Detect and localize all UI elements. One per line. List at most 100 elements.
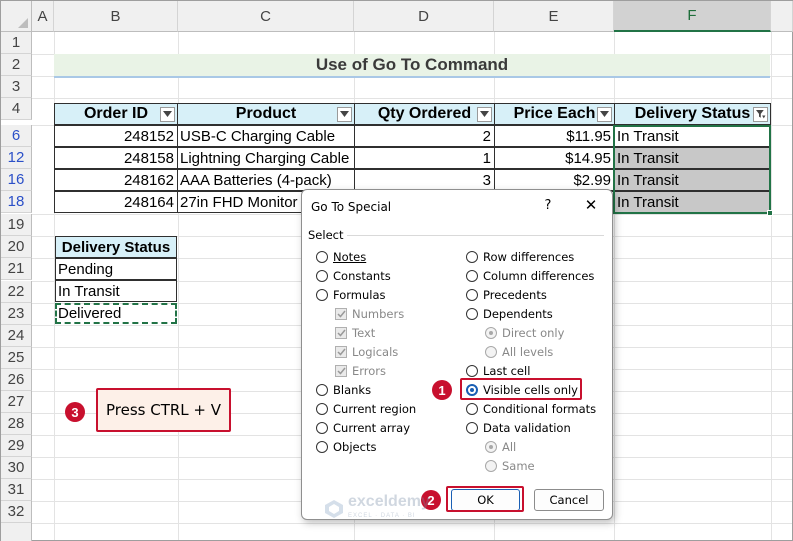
fill-handle[interactable]	[767, 210, 773, 216]
filter-dropdown-icon[interactable]	[160, 107, 175, 122]
cell-delivery-status[interactable]: In Transit	[614, 125, 771, 147]
row-header[interactable]: 6	[1, 125, 32, 147]
option-formulas[interactable]: Formulas	[316, 287, 386, 303]
row-header[interactable]: 24	[1, 325, 32, 347]
option-current-array[interactable]: Current array	[316, 420, 410, 436]
cell-order-id[interactable]: 248164	[54, 191, 178, 213]
filter-dropdown-icon[interactable]	[337, 107, 352, 122]
filter-dropdown-icon[interactable]	[597, 107, 612, 122]
row-header[interactable]: 22	[1, 281, 32, 303]
column-header-a[interactable]: A	[32, 1, 54, 32]
row-header[interactable]: 16	[1, 169, 32, 191]
option-label: Current region	[333, 402, 417, 416]
header-label: Order ID	[83, 105, 148, 122]
row-header[interactable]: 2	[1, 54, 32, 76]
option-precedents[interactable]: Precedents	[466, 287, 547, 303]
row-header[interactable]: 25	[1, 347, 32, 369]
status-list-header[interactable]: Delivery Status	[55, 236, 177, 258]
option-logicals[interactable]: Logicals	[335, 344, 398, 360]
option-data-validation[interactable]: Data validation	[466, 420, 571, 436]
option-direct-only[interactable]: Direct only	[485, 325, 564, 341]
cell-delivery-status[interactable]: In Transit	[614, 147, 771, 169]
row-header[interactable]: 12	[1, 147, 32, 169]
row-header[interactable]: 19	[1, 214, 32, 236]
header-order-id[interactable]: Order ID	[54, 103, 178, 125]
close-icon[interactable]: ✕	[583, 196, 599, 214]
help-icon[interactable]: ?	[541, 198, 555, 213]
option-conditional-formats[interactable]: Conditional formats	[466, 401, 596, 417]
filter-applied-icon[interactable]	[753, 107, 768, 122]
status-list-item[interactable]: Delivered	[55, 302, 177, 324]
option-label: Last cell	[483, 364, 531, 378]
option-notes[interactable]: Notes	[316, 249, 366, 265]
step-badge-1: 1	[432, 380, 452, 400]
radio-icon	[466, 270, 478, 282]
cell-product[interactable]: AAA Batteries (4-pack)	[177, 169, 355, 191]
header-delivery-status[interactable]: Delivery Status	[614, 103, 771, 125]
watermark-tagline: EXCEL · DATA · BI	[348, 513, 416, 519]
status-list-item[interactable]: In Transit	[55, 280, 177, 302]
status-list-item[interactable]: Pending	[55, 258, 177, 280]
header-qty-ordered[interactable]: Qty Ordered	[354, 103, 495, 125]
option-errors[interactable]: Errors	[335, 363, 386, 379]
option-text[interactable]: Text	[335, 325, 375, 341]
column-header-g[interactable]	[771, 1, 793, 32]
column-header-f[interactable]: F	[614, 1, 771, 32]
row-header[interactable]: 32	[1, 501, 32, 523]
option-objects[interactable]: Objects	[316, 439, 376, 455]
row-header[interactable]: 4	[1, 98, 32, 120]
row-header[interactable]: 27	[1, 391, 32, 413]
cell-order-id[interactable]: 248158	[54, 147, 178, 169]
cell-price[interactable]: $14.95	[494, 147, 615, 169]
row-header[interactable]: 1	[1, 32, 32, 54]
row-header[interactable]: 30	[1, 457, 32, 479]
cell-product[interactable]: Lightning Charging Cable	[177, 147, 355, 169]
cell-qty[interactable]: 2	[354, 125, 495, 147]
option-dependents[interactable]: Dependents	[466, 306, 553, 322]
option-row-differences[interactable]: Row differences	[466, 249, 574, 265]
row-header[interactable]: 23	[1, 303, 32, 325]
column-header-d[interactable]: D	[354, 1, 494, 32]
header-price-each[interactable]: Price Each	[494, 103, 615, 125]
row-header[interactable]: 18	[1, 191, 32, 213]
option-current-region[interactable]: Current region	[316, 401, 416, 417]
row-header[interactable]: 3	[1, 76, 32, 98]
option-visible-cells-only[interactable]: Visible cells only	[466, 382, 578, 398]
cancel-button[interactable]: Cancel	[534, 489, 604, 511]
option-label: Direct only	[502, 326, 565, 340]
option-column-differences[interactable]: Column differences	[466, 268, 594, 284]
option-validation-same[interactable]: Same	[485, 458, 535, 474]
option-last-cell[interactable]: Last cell	[466, 363, 530, 379]
cell-delivery-status[interactable]: In Transit	[614, 169, 771, 191]
row-header[interactable]: 28	[1, 413, 32, 435]
row-header[interactable]: 29	[1, 435, 32, 457]
radio-icon	[316, 403, 328, 415]
option-blanks[interactable]: Blanks	[316, 382, 371, 398]
sheet-title[interactable]: Use of Go To Command	[54, 54, 770, 78]
filter-dropdown-icon[interactable]	[477, 107, 492, 122]
cell-price[interactable]: $2.99	[494, 169, 615, 191]
cell-order-id[interactable]: 248162	[54, 169, 178, 191]
option-constants[interactable]: Constants	[316, 268, 391, 284]
row-header[interactable]	[1, 523, 32, 541]
cell-product[interactable]: USB-C Charging Cable	[177, 125, 355, 147]
column-header-e[interactable]: E	[494, 1, 614, 32]
option-all-levels[interactable]: All levels	[485, 344, 553, 360]
column-header-c[interactable]: C	[178, 1, 354, 32]
go-to-special-dialog: Go To Special ? ✕ Select Notes Constants…	[301, 189, 613, 520]
cell-qty[interactable]: 3	[354, 169, 495, 191]
ok-button[interactable]: OK	[451, 489, 520, 511]
row-header[interactable]: 31	[1, 479, 32, 501]
column-header-b[interactable]: B	[54, 1, 178, 32]
select-all-corner[interactable]	[1, 1, 32, 32]
row-header[interactable]: 26	[1, 369, 32, 391]
row-header[interactable]: 21	[1, 258, 32, 280]
row-header[interactable]: 20	[1, 236, 32, 258]
header-product[interactable]: Product	[177, 103, 355, 125]
option-numbers[interactable]: Numbers	[335, 306, 404, 322]
option-validation-all[interactable]: All	[485, 439, 516, 455]
cell-delivery-status[interactable]: In Transit	[614, 191, 771, 213]
cell-price[interactable]: $11.95	[494, 125, 615, 147]
cell-qty[interactable]: 1	[354, 147, 495, 169]
cell-order-id[interactable]: 248152	[54, 125, 178, 147]
